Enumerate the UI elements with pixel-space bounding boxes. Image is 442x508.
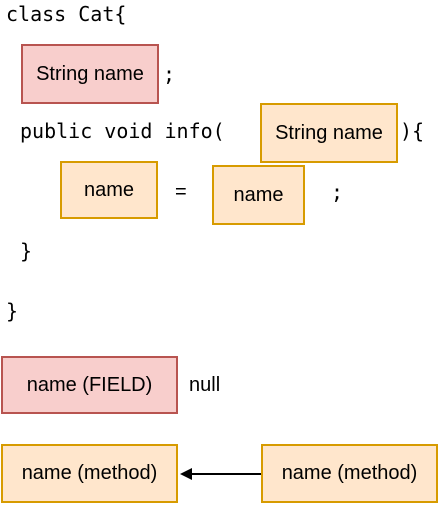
assignment-arrow <box>180 468 261 480</box>
arrow-head-icon <box>180 468 192 480</box>
